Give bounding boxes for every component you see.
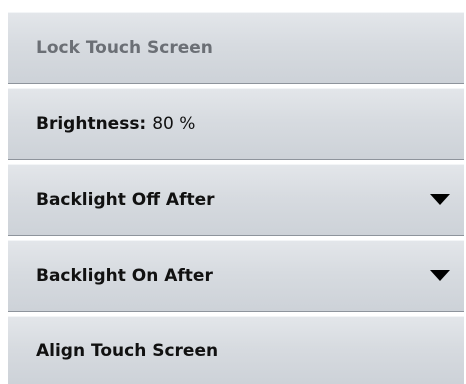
backlight-off-after-label: Backlight Off After — [36, 190, 215, 210]
lock-touch-screen-label: Lock Touch Screen — [36, 38, 213, 58]
brightness-button[interactable]: Brightness: 80 % — [8, 88, 464, 160]
align-touch-screen-label: Align Touch Screen — [36, 340, 219, 361]
brightness-label: Brightness: — [36, 114, 147, 134]
lock-touch-screen-button[interactable]: Lock Touch Screen — [8, 12, 464, 84]
align-touch-screen-button[interactable]: Align Touch Screen — [8, 316, 464, 384]
dropdown-arrow-icon[interactable] — [430, 270, 450, 281]
brightness-value: 80 % — [152, 114, 196, 134]
backlight-off-after-dropdown[interactable]: Backlight Off After — [8, 164, 464, 236]
backlight-on-after-dropdown[interactable]: Backlight On After — [8, 240, 464, 312]
brightness-label-group: Brightness: 80 % — [36, 114, 195, 134]
backlight-on-after-label: Backlight On After — [36, 266, 213, 286]
settings-menu: Lock Touch Screen Brightness: 80 % Backli… — [8, 0, 464, 384]
dropdown-arrow-icon[interactable] — [430, 194, 450, 205]
